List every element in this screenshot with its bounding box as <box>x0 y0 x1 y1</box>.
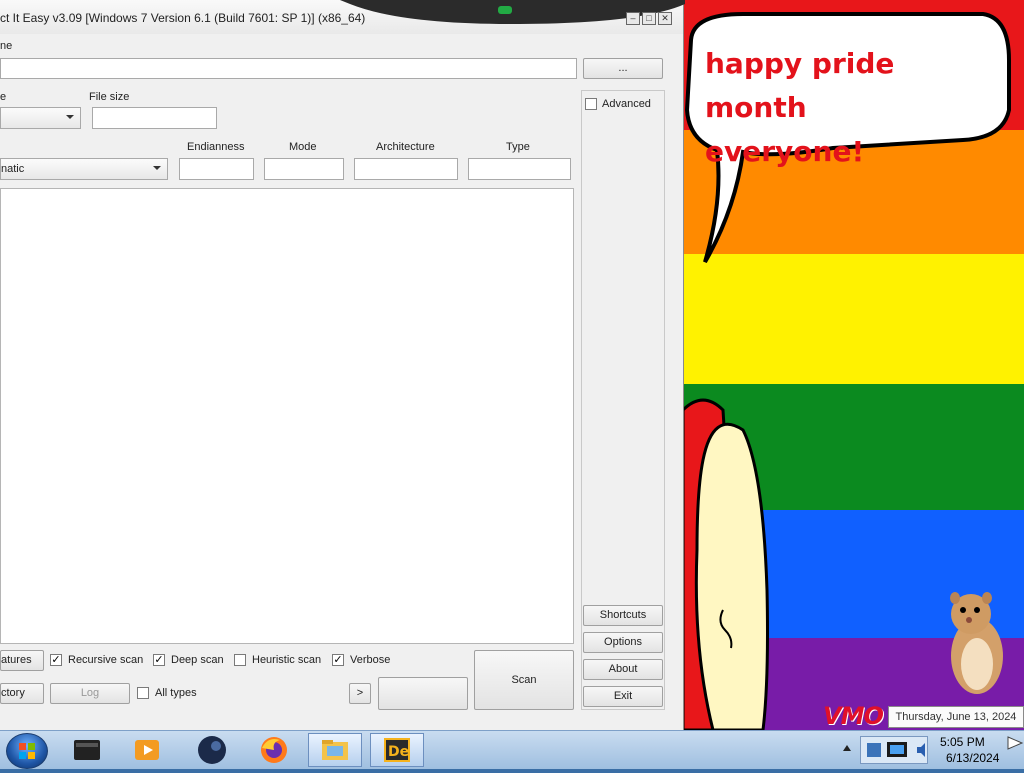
taskbar: De 5:05 PM 6/13/2024 <box>0 730 1024 769</box>
speech-line-1: happy pride month <box>705 47 895 124</box>
clock-time[interactable]: 5:05 PM <box>940 735 985 749</box>
taskbar-app-steam[interactable] <box>185 733 239 767</box>
chevron-down-icon <box>66 115 74 119</box>
media-player-icon <box>135 740 159 760</box>
type-label: e <box>0 91 7 103</box>
audio-icon[interactable] <box>916 743 928 757</box>
browse-button[interactable]: ... <box>583 58 663 79</box>
all-types-label: All types <box>155 687 197 699</box>
about-button[interactable]: About <box>583 659 663 680</box>
more-button[interactable]: > <box>349 683 371 704</box>
chevron-down-icon <box>153 166 161 170</box>
speech-line-2: everyone! <box>705 135 865 168</box>
heuristic-scan-checkbox[interactable] <box>234 654 246 666</box>
type-column-label: Type <box>506 141 530 153</box>
taskbar-app-detect-it-easy[interactable]: De <box>370 733 424 767</box>
name-label: ne <box>0 40 13 52</box>
mode-combo[interactable]: natic <box>0 158 168 180</box>
file-size-label: File size <box>89 91 130 103</box>
scan-button[interactable]: Scan <box>474 650 574 710</box>
terminal-icon <box>74 740 100 760</box>
speech-bubble-text: happy pride month everyone! <box>705 42 995 174</box>
architecture-field[interactable] <box>354 158 458 180</box>
directory-button[interactable]: ctory <box>0 683 44 704</box>
hamster-icon <box>950 592 1003 694</box>
endianness-label: Endianness <box>187 141 245 153</box>
taskbar-app-file-explorer[interactable] <box>308 733 362 767</box>
window-title: ct It Easy v3.09 [Windows 7 Version 6.1 … <box>0 11 366 25</box>
close-icon[interactable]: ✕ <box>658 12 672 25</box>
type-field[interactable] <box>468 158 571 180</box>
title-bar[interactable]: ct It Easy v3.09 [Windows 7 Version 6.1 … <box>0 0 685 34</box>
options-button[interactable]: Options <box>583 632 663 653</box>
advanced-checkbox[interactable] <box>585 98 597 110</box>
endianness-field[interactable] <box>179 158 254 180</box>
taskbar-app-firefox[interactable] <box>247 733 301 767</box>
date-tooltip: Thursday, June 13, 2024 <box>888 706 1024 728</box>
recursive-scan-label: Recursive scan <box>68 654 144 666</box>
mode-label: Mode <box>289 141 317 153</box>
results-text-area[interactable] <box>0 188 574 644</box>
file-size-field[interactable] <box>92 107 217 129</box>
show-hidden-icons-icon[interactable] <box>842 743 852 753</box>
detect-it-easy-icon: De <box>384 738 410 762</box>
pride-stripe-yellow <box>683 254 1024 384</box>
taskbar-app-terminal[interactable] <box>60 733 114 767</box>
deep-scan-checkbox[interactable]: ✓ <box>153 654 165 666</box>
app-window: ct It Easy v3.09 [Windows 7 Version 6.1 … <box>0 0 685 730</box>
architecture-label: Architecture <box>376 141 435 153</box>
taskbar-app-media-player[interactable] <box>120 733 174 767</box>
mode-combo-value: natic <box>1 163 25 175</box>
verbose-label: Verbose <box>350 654 391 666</box>
windows-logo-icon <box>19 743 35 759</box>
firefox-icon <box>261 737 287 763</box>
start-button[interactable] <box>6 733 48 769</box>
recursive-scan-checkbox[interactable]: ✓ <box>50 654 62 666</box>
mode-field[interactable] <box>264 158 344 180</box>
folder-icon <box>322 740 348 760</box>
signatures-button[interactable]: atures <box>0 650 44 671</box>
clock-date[interactable]: 6/13/2024 <box>946 751 999 765</box>
log-button[interactable]: Log <box>50 683 130 704</box>
advanced-label: Advanced <box>602 98 651 110</box>
exit-button[interactable]: Exit <box>583 686 663 707</box>
cartoon-figure <box>683 398 769 730</box>
minimize-icon[interactable]: – <box>626 12 640 25</box>
steam-icon <box>198 736 226 764</box>
all-types-checkbox[interactable] <box>137 687 149 699</box>
desktop-wallpaper: happy pride month everyone! VMO <box>683 0 1024 730</box>
verbose-checkbox[interactable]: ✓ <box>332 654 344 666</box>
vmo-logo: VMO <box>823 702 884 730</box>
type-combo[interactable] <box>0 107 81 129</box>
heuristic-scan-label: Heuristic scan <box>252 654 322 666</box>
file-path-input[interactable] <box>0 58 577 79</box>
shortcuts-button[interactable]: Shortcuts <box>583 605 663 626</box>
action-center-flag-icon[interactable] <box>1006 735 1024 753</box>
deep-scan-label: Deep scan <box>171 654 224 666</box>
maximize-icon[interactable]: □ <box>642 12 656 25</box>
quick-action-button[interactable] <box>378 677 468 710</box>
svg-text:De: De <box>388 744 409 760</box>
